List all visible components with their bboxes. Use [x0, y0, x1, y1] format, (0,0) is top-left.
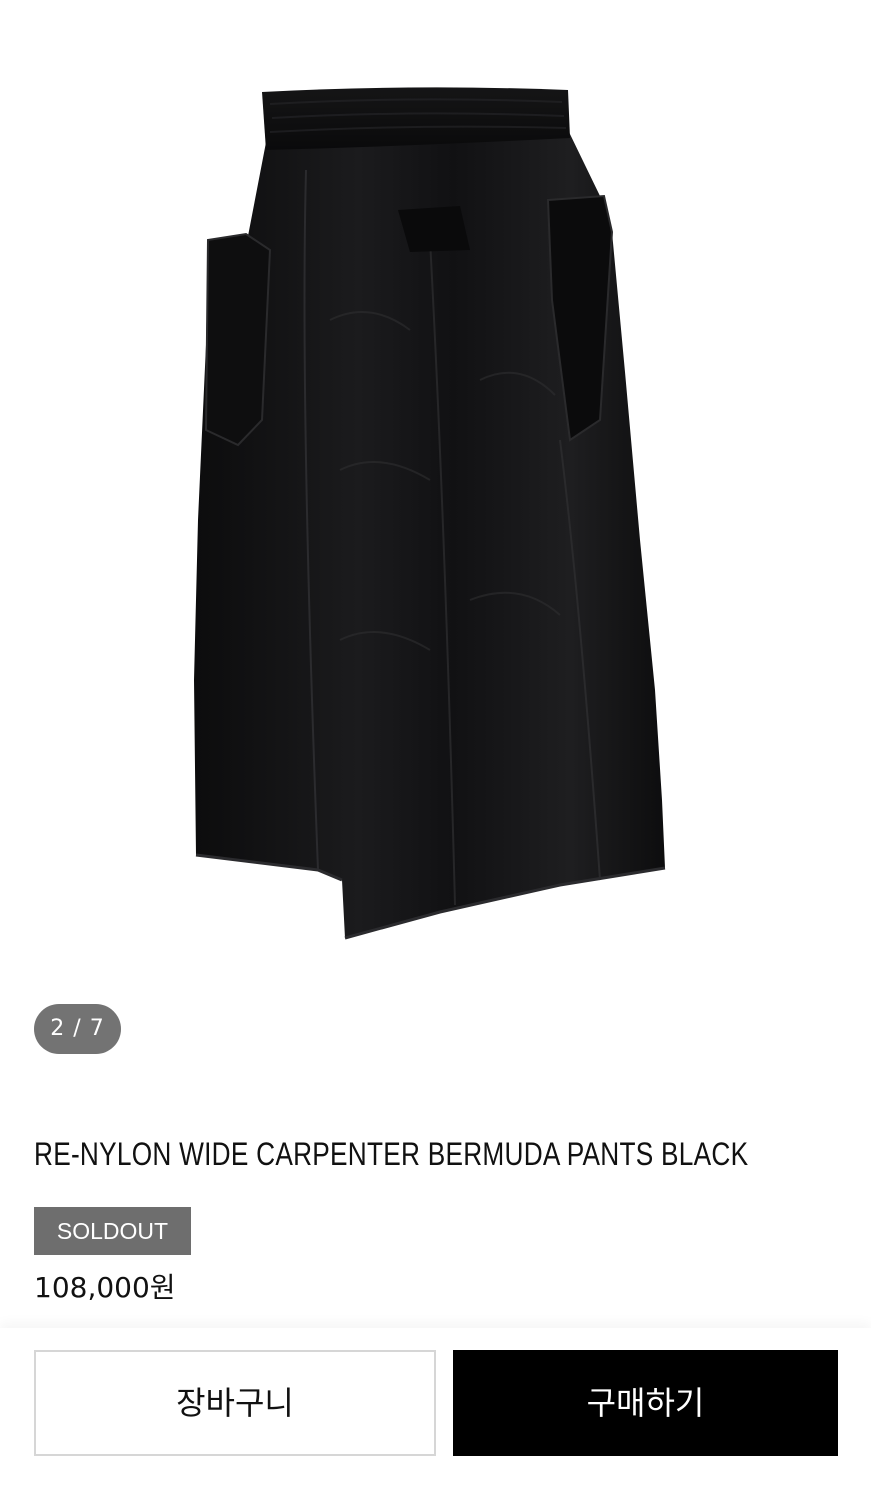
image-counter: 2 / 7 — [34, 1004, 121, 1054]
buy-button[interactable]: 구매하기 — [453, 1350, 838, 1456]
soldout-badge: SOLDOUT — [34, 1207, 191, 1255]
product-gallery[interactable]: 2 / 7 — [0, 0, 871, 1090]
product-price: 108,000원 — [34, 1271, 176, 1304]
product-image[interactable] — [0, 0, 871, 1000]
product-page: 2 / 7 RE-NYLON WIDE CARPENTER BERMUDA PA… — [0, 0, 871, 1500]
cart-button[interactable]: 장바구니 — [34, 1350, 436, 1456]
product-title: RE-NYLON WIDE CARPENTER BERMUDA PANTS BL… — [34, 1136, 749, 1172]
